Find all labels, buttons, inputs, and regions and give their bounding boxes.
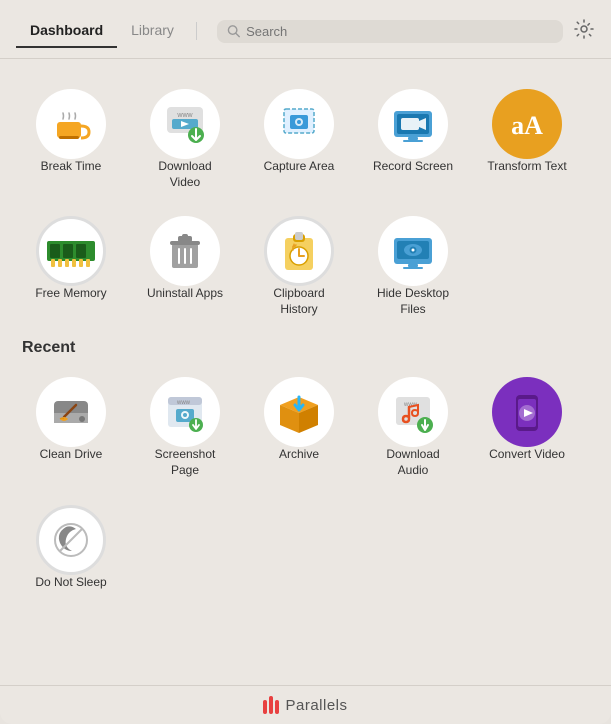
convert-video-item[interactable]: Convert Video <box>472 365 582 488</box>
tab-dashboard[interactable]: Dashboard <box>16 14 117 48</box>
footer: Parallels <box>0 685 611 724</box>
clean-drive-label: Clean Drive <box>40 447 103 463</box>
free-memory-icon <box>36 216 106 286</box>
parallels-bars-icon <box>263 696 279 714</box>
transform-text-label: Transform Text <box>487 159 566 175</box>
main-grid: Break Time www <box>16 77 595 327</box>
tab-library[interactable]: Library <box>117 14 188 48</box>
tab-bar: Dashboard Library <box>16 14 188 48</box>
transform-text-item[interactable]: aA Transform Text <box>472 77 582 200</box>
screenshot-page-icon: www <box>150 377 220 447</box>
download-audio-item[interactable]: www DownloadAudio <box>358 365 468 488</box>
clipboard-history-label: ClipboardHistory <box>273 286 324 317</box>
uninstall-apps-icon <box>150 216 220 286</box>
hide-desktop-files-label: Hide DesktopFiles <box>377 286 449 317</box>
convert-video-icon <box>492 377 562 447</box>
hide-desktop-icon <box>378 216 448 286</box>
parallels-text: Parallels <box>285 697 347 714</box>
tab-separator <box>196 22 197 40</box>
svg-text:www: www <box>176 400 191 406</box>
content-area: Break Time www <box>0 59 611 685</box>
recent-grid: Clean Drive www <box>16 365 595 600</box>
do-not-sleep-label: Do Not Sleep <box>35 575 106 591</box>
svg-text:aA: aA <box>511 111 543 140</box>
download-video-label: DownloadVideo <box>158 159 211 190</box>
settings-button[interactable] <box>573 18 595 44</box>
break-time-item[interactable]: Break Time <box>16 77 126 200</box>
do-not-sleep-icon <box>36 505 106 575</box>
archive-item[interactable]: Archive <box>244 365 354 488</box>
capture-area-label: Capture Area <box>264 159 335 175</box>
break-time-label: Break Time <box>41 159 102 175</box>
parallels-logo: Parallels <box>263 696 347 714</box>
archive-icon <box>264 377 334 447</box>
free-memory-item[interactable]: Free Memory <box>16 204 126 327</box>
download-video-icon: www <box>150 89 220 159</box>
record-screen-icon <box>378 89 448 159</box>
search-input[interactable] <box>246 24 553 39</box>
record-screen-item[interactable]: Record Screen <box>358 77 468 200</box>
download-audio-icon: www <box>378 377 448 447</box>
uninstall-apps-label: Uninstall Apps <box>147 286 223 302</box>
download-audio-label: DownloadAudio <box>386 447 439 478</box>
clipboard-history-icon <box>264 216 334 286</box>
recent-section-label: Recent <box>22 339 595 357</box>
hide-desktop-files-item[interactable]: Hide DesktopFiles <box>358 204 468 327</box>
uninstall-apps-item[interactable]: Uninstall Apps <box>130 204 240 327</box>
clean-drive-item[interactable]: Clean Drive <box>16 365 126 488</box>
svg-text:www: www <box>176 112 193 119</box>
capture-area-icon <box>264 89 334 159</box>
do-not-sleep-item[interactable]: Do Not Sleep <box>16 493 126 601</box>
clean-drive-icon <box>36 377 106 447</box>
search-bar[interactable] <box>217 20 563 43</box>
capture-area-item[interactable]: Capture Area <box>244 77 354 200</box>
archive-label: Archive <box>279 447 319 463</box>
clipboard-history-item[interactable]: ClipboardHistory <box>244 204 354 327</box>
screenshot-page-item[interactable]: www ScreenshotPage <box>130 365 240 488</box>
search-icon <box>227 24 240 38</box>
download-video-item[interactable]: www DownloadVideo <box>130 77 240 200</box>
free-memory-label: Free Memory <box>35 286 106 302</box>
break-time-icon <box>36 89 106 159</box>
header: Dashboard Library <box>0 0 611 48</box>
app-window: Dashboard Library <box>0 0 611 724</box>
convert-video-label: Convert Video <box>489 447 565 463</box>
screenshot-page-label: ScreenshotPage <box>155 447 216 478</box>
record-screen-label: Record Screen <box>373 159 453 175</box>
transform-text-icon: aA <box>492 89 562 159</box>
